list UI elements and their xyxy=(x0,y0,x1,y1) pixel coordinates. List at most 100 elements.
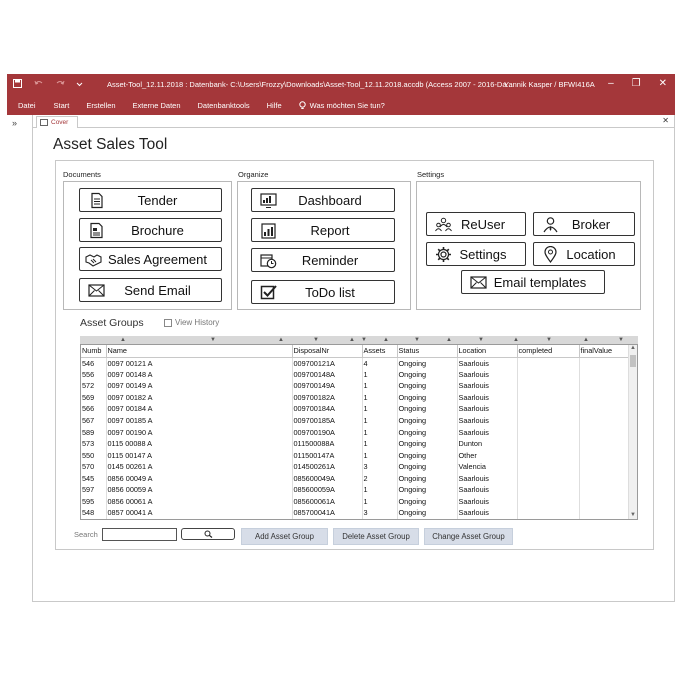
table-cell[interactable]: Ongoing xyxy=(397,391,458,404)
table-cell[interactable]: Saarlouis xyxy=(457,368,518,381)
table-row[interactable]: 572 0097 00149 A 009700149A 1 Ongoing Saarlou… xyxy=(81,380,630,392)
table-cell[interactable]: 0145 00261 A xyxy=(106,460,293,473)
table-cell[interactable]: 009700185A xyxy=(292,414,363,427)
table-cell[interactable] xyxy=(579,380,630,392)
table-row[interactable]: 589 0097 00190 A 009700190A 1 Ongoing Saarlou… xyxy=(81,426,630,438)
table-cell[interactable] xyxy=(579,437,630,450)
table-cell[interactable]: Valencia xyxy=(457,460,518,473)
sort-up-icon[interactable]: ▲ xyxy=(120,336,126,344)
report-button[interactable]: Report xyxy=(251,218,395,242)
table-cell[interactable]: Ongoing xyxy=(397,472,458,485)
column-header[interactable]: Status xyxy=(397,345,458,358)
table-cell[interactable] xyxy=(579,414,630,427)
sort-down-icon[interactable]: ▼ xyxy=(313,336,319,344)
redo-icon[interactable] xyxy=(55,79,65,88)
table-cell[interactable]: Ongoing xyxy=(397,357,458,369)
table-cell[interactable] xyxy=(517,472,580,485)
search-input[interactable] xyxy=(102,528,177,541)
table-cell[interactable] xyxy=(579,449,630,461)
table-cell[interactable]: 595 xyxy=(81,495,107,508)
table-cell[interactable]: 569 xyxy=(81,391,107,404)
table-cell[interactable]: 567 xyxy=(81,414,107,427)
table-cell[interactable]: Ongoing xyxy=(397,495,458,508)
table-cell[interactable] xyxy=(517,495,580,508)
table-cell[interactable]: 0097 00182 A xyxy=(106,391,293,404)
table-row[interactable]: 566 0097 00184 A 009700184A 1 Ongoing Saarlou… xyxy=(81,403,630,415)
table-cell[interactable]: Dunton xyxy=(457,437,518,450)
send-email-button[interactable]: Send Email xyxy=(79,278,222,302)
asset-groups-table[interactable]: Numb Name DisposalNr Assets Status Locat… xyxy=(80,344,638,520)
table-cell[interactable]: 011500088A xyxy=(292,437,363,450)
table-cell[interactable]: 085700041A xyxy=(292,507,363,519)
table-cell[interactable]: 548 xyxy=(81,507,107,519)
ribbon-tab-start[interactable]: Start xyxy=(54,101,70,110)
table-cell[interactable]: Saarlouis xyxy=(457,391,518,404)
scroll-thumb[interactable] xyxy=(630,355,636,367)
reminder-button[interactable]: Reminder xyxy=(251,248,395,272)
sort-up-icon[interactable]: ▲ xyxy=(583,336,589,344)
table-cell[interactable] xyxy=(579,507,630,519)
table-cell[interactable] xyxy=(517,449,580,461)
table-row[interactable]: 570 0145 00261 A 014500261A 3 Ongoing Valenci… xyxy=(81,460,630,473)
table-cell[interactable]: 009700190A xyxy=(292,426,363,438)
table-cell[interactable]: Saarlouis xyxy=(457,507,518,519)
table-cell[interactable]: 0856 00059 A xyxy=(106,484,293,496)
table-cell[interactable] xyxy=(579,368,630,381)
table-cell[interactable]: 566 xyxy=(81,403,107,415)
table-cell[interactable] xyxy=(517,484,580,496)
table-cell[interactable]: Ongoing xyxy=(397,403,458,415)
column-header[interactable]: Name xyxy=(106,345,293,358)
view-history-toggle[interactable]: View History xyxy=(164,318,219,327)
table-cell[interactable] xyxy=(517,460,580,473)
change-asset-group-button[interactable]: Change Asset Group xyxy=(424,528,513,545)
table-cell[interactable]: Saarlouis xyxy=(457,357,518,369)
ribbon-tab-hilfe[interactable]: Hilfe xyxy=(267,101,282,110)
ribbon-tab-externe-daten[interactable]: Externe Daten xyxy=(133,101,181,110)
table-cell[interactable]: Ongoing xyxy=(397,414,458,427)
reuser-button[interactable]: ReUser xyxy=(426,212,526,236)
table-cell[interactable]: Ongoing xyxy=(397,380,458,392)
close-tab-icon[interactable]: ✕ xyxy=(662,116,669,125)
table-cell[interactable] xyxy=(517,403,580,415)
table-row[interactable]: 550 0115 00147 A 011500147A 1 Ongoing Other xyxy=(81,449,630,461)
table-cell[interactable]: 0115 00147 A xyxy=(106,449,293,461)
column-header[interactable]: Location xyxy=(457,345,518,358)
table-cell[interactable]: 1 xyxy=(362,437,398,450)
table-cell[interactable]: 0856 00061 A xyxy=(106,495,293,508)
table-cell[interactable] xyxy=(517,368,580,381)
location-button[interactable]: Location xyxy=(533,242,635,266)
table-cell[interactable]: 0097 00121 A xyxy=(106,357,293,369)
table-row[interactable]: 545 0856 00049 A 085600049A 2 Ongoing Saarlou… xyxy=(81,472,630,485)
sort-down-icon[interactable]: ▼ xyxy=(210,336,216,344)
ribbon-tab-datei[interactable]: Datei xyxy=(18,101,36,110)
table-cell[interactable]: 0097 00149 A xyxy=(106,380,293,392)
search-button[interactable] xyxy=(181,528,235,540)
table-cell[interactable]: 556 xyxy=(81,368,107,381)
table-cell[interactable] xyxy=(517,380,580,392)
save-icon[interactable] xyxy=(13,79,22,88)
sales-agreement-button[interactable]: Sales Agreement xyxy=(79,247,222,271)
table-cell[interactable]: 085600059A xyxy=(292,484,363,496)
view-history-checkbox[interactable] xyxy=(164,318,172,327)
column-header[interactable]: Assets xyxy=(362,345,398,358)
table-row[interactable]: 597 0856 00059 A 085600059A 1 Ongoing Saarlou… xyxy=(81,484,630,496)
table-cell[interactable] xyxy=(579,357,630,369)
table-cell[interactable]: 4 xyxy=(362,357,398,369)
table-cell[interactable] xyxy=(517,391,580,404)
table-cell[interactable]: Saarlouis xyxy=(457,426,518,438)
table-cell[interactable]: 014500261A xyxy=(292,460,363,473)
table-cell[interactable] xyxy=(517,507,580,519)
table-cell[interactable]: 589 xyxy=(81,426,107,438)
table-cell[interactable] xyxy=(579,484,630,496)
table-cell[interactable]: 009700121A xyxy=(292,357,363,369)
tell-me-box[interactable]: Was möchten Sie tun? xyxy=(298,101,402,110)
column-header[interactable]: finalValue xyxy=(579,345,630,358)
column-header[interactable]: Numb xyxy=(81,345,107,358)
table-cell[interactable]: 597 xyxy=(81,484,107,496)
table-cell[interactable]: Ongoing xyxy=(397,484,458,496)
table-cell[interactable]: 572 xyxy=(81,380,107,392)
tab-cover[interactable]: Cover xyxy=(36,116,78,128)
table-cell[interactable]: 009700148A xyxy=(292,368,363,381)
table-cell[interactable]: Saarlouis xyxy=(457,414,518,427)
table-cell[interactable]: 1 xyxy=(362,380,398,392)
